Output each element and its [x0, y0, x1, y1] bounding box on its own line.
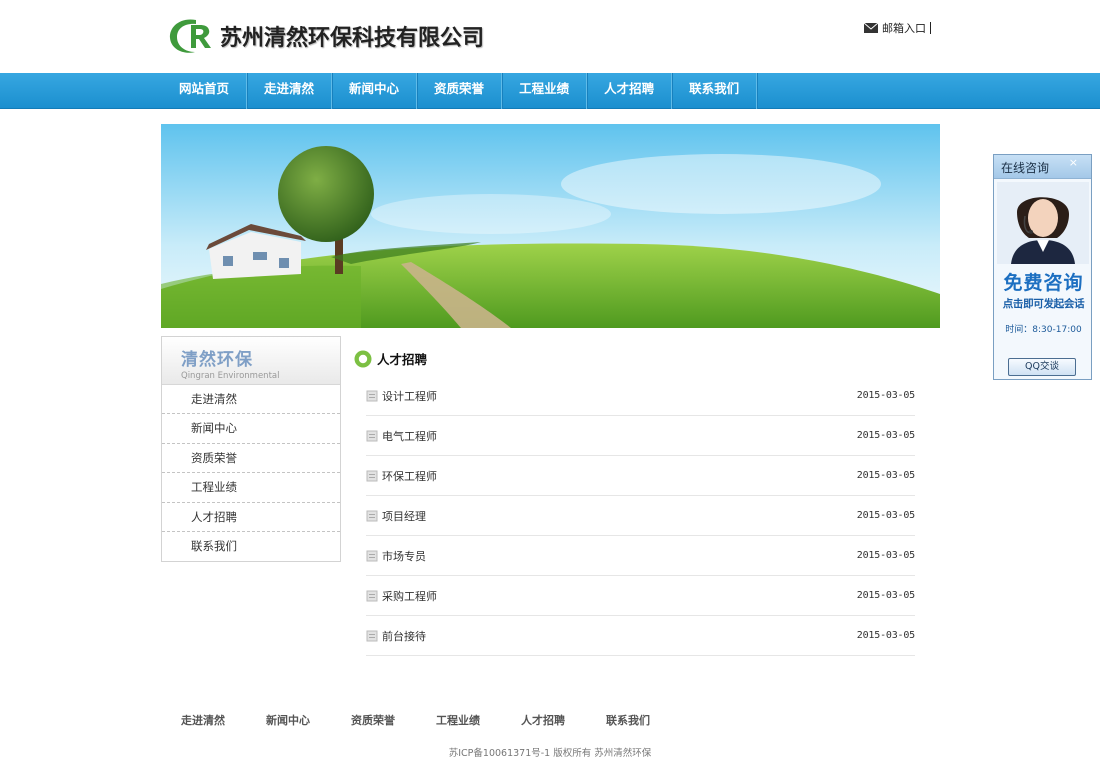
document-icon [366, 510, 378, 521]
document-icon [366, 430, 378, 441]
online-consult-widget: 在线咨询 × 免费咨询 点击即可发起会话 时间：8:30-17:00 QQ交谈 [993, 154, 1092, 380]
qq-chat-button[interactable]: QQ交谈 [1008, 358, 1076, 376]
job-date: 2015-03-05 [856, 470, 915, 481]
list-item[interactable]: 设计工程师 2015-03-05 [366, 376, 915, 416]
sidebar: 清然环保 Qingran Environmental 走进清然 新闻中心 资质荣… [161, 336, 341, 562]
nav-item-news[interactable]: 新闻中心 [332, 73, 418, 109]
sidebar-title: 清然环保 [181, 350, 253, 370]
footer-link-contact[interactable]: 联系我们 [606, 712, 650, 728]
nav-item-honors[interactable]: 资质荣誉 [417, 73, 503, 109]
job-date: 2015-03-05 [856, 390, 915, 401]
separator [930, 22, 931, 34]
nav-item-careers[interactable]: 人才招聘 [587, 73, 673, 109]
job-date: 2015-03-05 [856, 430, 915, 441]
header: 苏州清然环保科技有限公司 邮箱入口 [0, 0, 1100, 73]
job-title[interactable]: 项目经理 [382, 508, 426, 524]
mail-label: 邮箱入口 [882, 22, 926, 35]
envelope-icon [864, 23, 878, 33]
document-icon [366, 470, 378, 481]
banner-landscape [161, 124, 940, 328]
sidebar-item-about[interactable]: 走进清然 [162, 385, 340, 415]
sidebar-item-careers[interactable]: 人才招聘 [162, 503, 340, 532]
job-date: 2015-03-05 [856, 630, 915, 641]
footer-link-honors[interactable]: 资质荣誉 [351, 712, 395, 728]
sidebar-item-projects[interactable]: 工程业绩 [162, 473, 340, 503]
job-list: 设计工程师 2015-03-05 电气工程师 2015-03-05 环保工程师 … [366, 376, 915, 656]
sidebar-item-contact[interactable]: 联系我们 [162, 532, 340, 561]
consult-title: 在线咨询 [1001, 161, 1050, 175]
mail-link[interactable]: 邮箱入口 [864, 20, 931, 36]
sidebar-item-news[interactable]: 新闻中心 [162, 414, 340, 444]
sidebar-item-honors[interactable]: 资质荣誉 [162, 444, 340, 474]
document-icon [366, 590, 378, 601]
company-logo[interactable]: 苏州清然环保科技有限公司 [166, 14, 484, 58]
sidebar-header: 清然环保 Qingran Environmental [162, 337, 340, 385]
sidebar-list: 走进清然 新闻中心 资质荣誉 工程业绩 人才招聘 联系我们 [162, 385, 340, 561]
nav-item-home[interactable]: 网站首页 [162, 73, 248, 109]
list-item[interactable]: 电气工程师 2015-03-05 [366, 416, 915, 456]
list-item[interactable]: 前台接待 2015-03-05 [366, 616, 915, 656]
consult-hours: 时间：8:30-17:00 [1005, 325, 1082, 335]
footer-link-about[interactable]: 走进清然 [181, 712, 225, 728]
job-date: 2015-03-05 [856, 590, 915, 601]
job-title[interactable]: 电气工程师 [382, 428, 437, 444]
consult-subtitle: 点击即可发起会话 [1002, 298, 1085, 310]
consult-free-label: 免费咨询 [1003, 272, 1084, 294]
main-nav: 网站首页 走进清然 新闻中心 资质荣誉 工程业绩 人才招聘 联系我们 [0, 73, 1100, 109]
circle-bullet-icon [354, 350, 372, 367]
document-icon [366, 550, 378, 561]
nav-item-projects[interactable]: 工程业绩 [502, 73, 588, 109]
list-item[interactable]: 采购工程师 2015-03-05 [366, 576, 915, 616]
banner-image [161, 124, 940, 328]
footer-nav: 走进清然 新闻中心 资质荣誉 工程业绩 人才招聘 联系我们 [181, 712, 691, 728]
company-name: 苏州清然环保科技有限公司 [220, 26, 485, 51]
job-title[interactable]: 采购工程师 [382, 588, 437, 604]
job-date: 2015-03-05 [856, 510, 915, 521]
document-icon [366, 630, 378, 641]
close-icon[interactable]: × [1069, 156, 1078, 169]
nav-item-contact[interactable]: 联系我们 [672, 73, 758, 109]
list-item[interactable]: 市场专员 2015-03-05 [366, 536, 915, 576]
section-header: 人才招聘 [354, 349, 427, 368]
footer-link-projects[interactable]: 工程业绩 [436, 712, 480, 728]
job-date: 2015-03-05 [856, 550, 915, 561]
list-item[interactable]: 环保工程师 2015-03-05 [366, 456, 915, 496]
job-title[interactable]: 市场专员 [382, 548, 426, 564]
sidebar-subtitle: Qingran Environmental [181, 371, 280, 381]
logo-mark-icon [169, 19, 211, 53]
list-item[interactable]: 项目经理 2015-03-05 [366, 496, 915, 536]
job-title[interactable]: 前台接待 [382, 628, 426, 644]
copyright-text: 苏ICP备10061371号-1 版权所有 苏州清然环保 [448, 748, 652, 759]
support-agent-avatar [997, 182, 1089, 264]
job-title[interactable]: 设计工程师 [382, 388, 437, 404]
consult-header: 在线咨询 × [994, 155, 1091, 179]
footer-link-careers[interactable]: 人才招聘 [521, 712, 565, 728]
nav-item-about[interactable]: 走进清然 [247, 73, 333, 109]
page-title: 人才招聘 [377, 352, 428, 367]
job-title[interactable]: 环保工程师 [382, 468, 437, 484]
footer-link-news[interactable]: 新闻中心 [266, 712, 310, 728]
document-icon [366, 390, 378, 401]
